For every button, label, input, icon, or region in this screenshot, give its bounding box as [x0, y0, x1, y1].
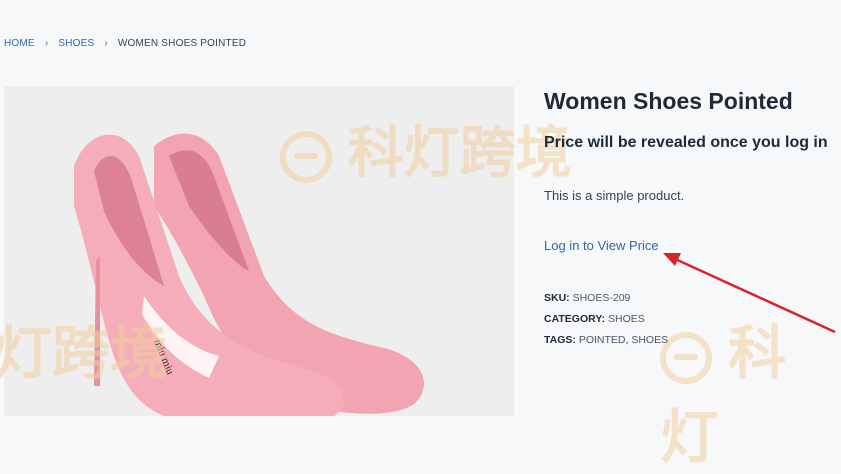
- category-label: CATEGORY:: [544, 313, 606, 325]
- sku-value: SHOES-209: [572, 292, 631, 304]
- breadcrumb-current: WOMEN SHOES POINTED: [117, 38, 247, 49]
- chevron-right-icon: ›: [44, 38, 49, 49]
- tags-label: TAGS:: [544, 334, 576, 346]
- category-link[interactable]: SHOES: [608, 313, 645, 325]
- pink-heels-image: miu miu: [74, 133, 424, 416]
- breadcrumb-home-link[interactable]: HOME: [4, 38, 35, 49]
- category-row: CATEGORY: SHOES: [544, 309, 668, 330]
- product-short-description: This is a simple product.: [544, 188, 685, 203]
- product-title: Women Shoes Pointed: [544, 88, 793, 114]
- tag-link-shoes[interactable]: SHOES: [631, 334, 668, 346]
- product-meta: SKU: SHOES-209 CATEGORY: SHOES TAGS: POI…: [544, 288, 668, 351]
- annotation-arrow-icon: [663, 253, 836, 334]
- price-hidden-notice: Price will be revealed once you log in: [544, 134, 828, 151]
- breadcrumb: HOME › SHOES › WOMEN SHOES POINTED: [4, 38, 246, 49]
- sku-row: SKU: SHOES-209: [544, 288, 668, 309]
- breadcrumb-shoes-link[interactable]: SHOES: [58, 38, 94, 49]
- chevron-right-icon: ›: [104, 38, 108, 49]
- login-to-view-price-link[interactable]: Log in to View Price: [544, 238, 659, 253]
- tag-separator: ,: [625, 334, 629, 346]
- tag-link-pointed[interactable]: POINTED: [579, 334, 626, 346]
- tags-row: TAGS: POINTED, SHOES: [544, 330, 668, 351]
- product-image[interactable]: miu miu: [4, 86, 514, 416]
- sku-label: SKU:: [544, 292, 570, 304]
